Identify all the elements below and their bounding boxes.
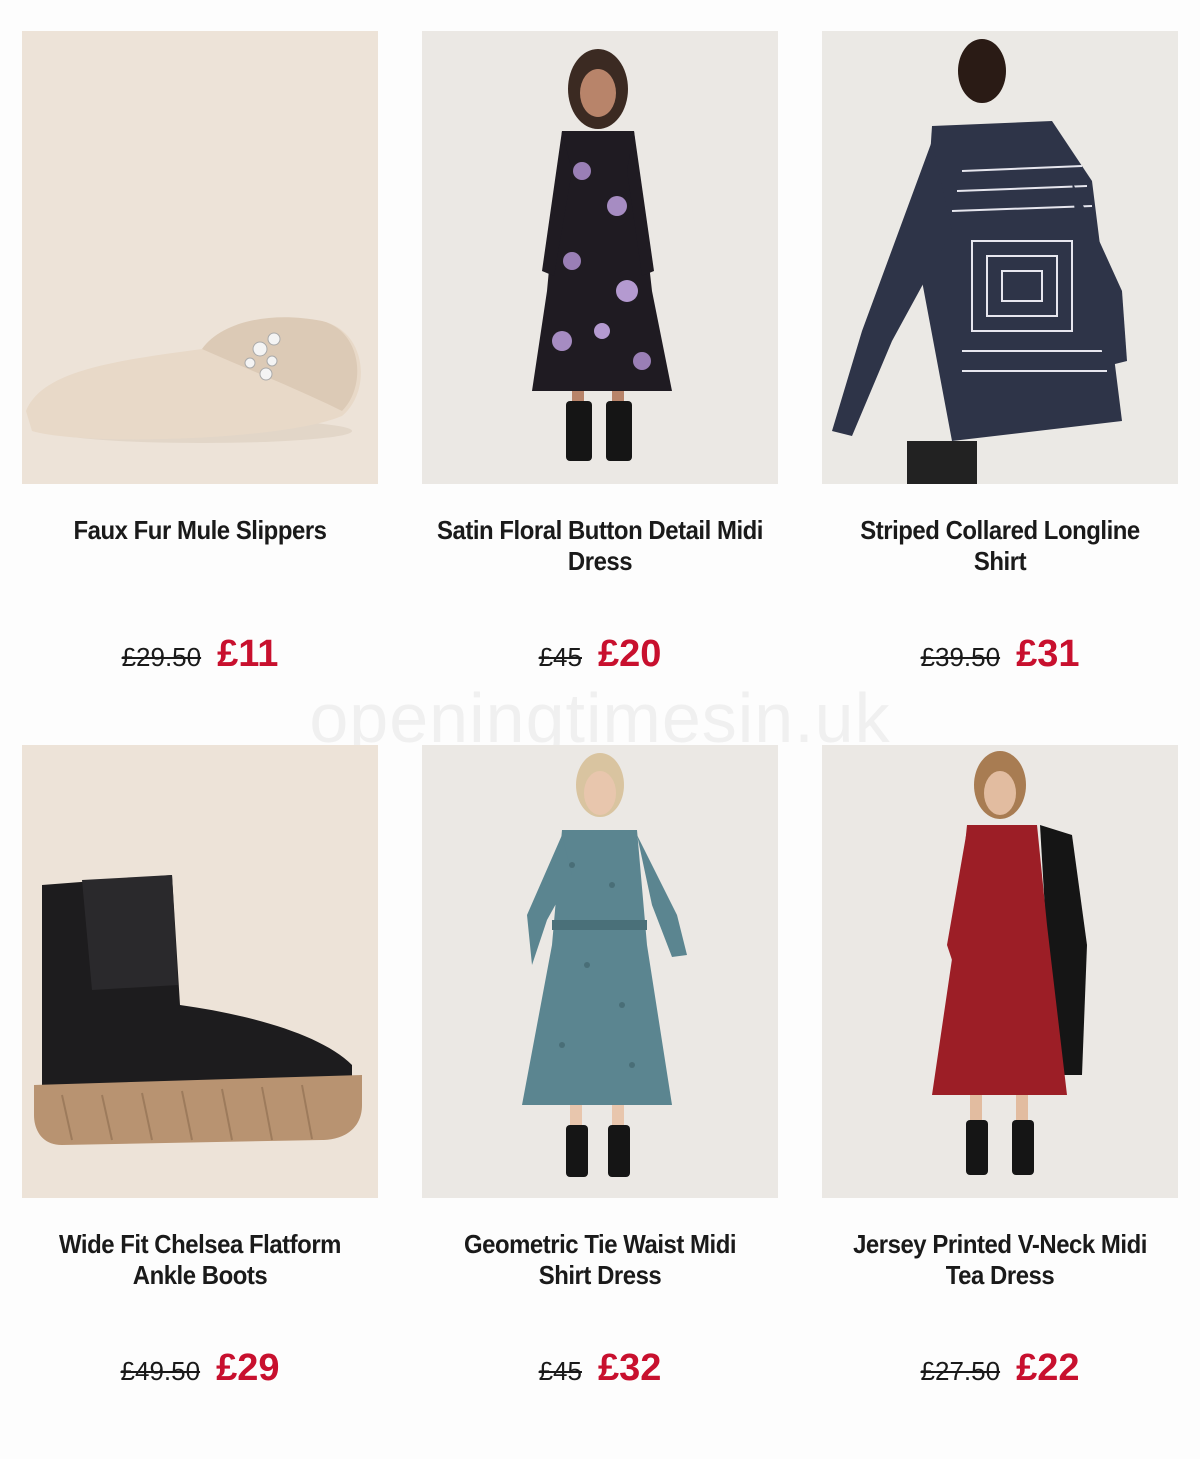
price-row: £27.50 £22 [921, 1347, 1080, 1390]
product-image-shirt-dress[interactable] [422, 745, 778, 1198]
price-row: £39.50 £31 [921, 633, 1080, 676]
price-row: £45 £20 [539, 633, 662, 676]
original-price: £45 [538, 642, 582, 672]
price-row: £49.50 £29 [121, 1347, 280, 1390]
product-title[interactable]: Satin Floral Button Detail Midi Dress [436, 515, 764, 605]
product-card[interactable]: Satin Floral Button Detail Midi Dress £4… [422, 31, 778, 745]
sale-price: £31 [1016, 633, 1080, 675]
price-row: £45 £32 [539, 1347, 662, 1390]
product-image-tea-dress[interactable] [822, 745, 1178, 1198]
sale-price: £32 [597, 1347, 662, 1389]
product-image-chelsea-boot[interactable] [22, 745, 378, 1198]
original-price: £45 [538, 1356, 582, 1386]
product-title[interactable]: Wide Fit Chelsea Flatform Ankle Boots [36, 1229, 364, 1319]
product-card[interactable]: Jersey Printed V-Neck Midi Tea Dress £27… [822, 745, 1178, 1459]
price-row: £29.50 £11 [122, 633, 279, 676]
product-image-slipper[interactable] [22, 31, 378, 484]
product-card[interactable]: Faux Fur Mule Slippers £29.50 £11 [22, 31, 378, 745]
product-card[interactable]: Wide Fit Chelsea Flatform Ankle Boots £4… [22, 745, 378, 1459]
original-price: £39.50 [920, 642, 1001, 672]
product-title[interactable]: Geometric Tie Waist Midi Shirt Dress [436, 1229, 764, 1319]
original-price: £27.50 [920, 1356, 1001, 1386]
product-title[interactable]: Jersey Printed V-Neck Midi Tea Dress [836, 1229, 1164, 1319]
product-grid: Faux Fur Mule Slippers £29.50 £11 Satin … [22, 31, 1178, 1459]
product-title[interactable]: Faux Fur Mule Slippers [36, 515, 364, 605]
original-price: £49.50 [120, 1356, 201, 1386]
sale-price: £22 [1016, 1347, 1080, 1389]
sale-price: £11 [217, 633, 279, 675]
product-image-striped-shirt[interactable] [822, 31, 1178, 484]
sale-price: £29 [216, 1347, 280, 1389]
original-price: £29.50 [121, 642, 202, 672]
sale-price: £20 [597, 633, 662, 675]
product-card[interactable]: Geometric Tie Waist Midi Shirt Dress £45… [422, 745, 778, 1459]
product-title[interactable]: Striped Collared Longline Shirt [836, 515, 1164, 605]
product-image-floral-dress[interactable] [422, 31, 778, 484]
product-card[interactable]: Striped Collared Longline Shirt £39.50 £… [822, 31, 1178, 745]
